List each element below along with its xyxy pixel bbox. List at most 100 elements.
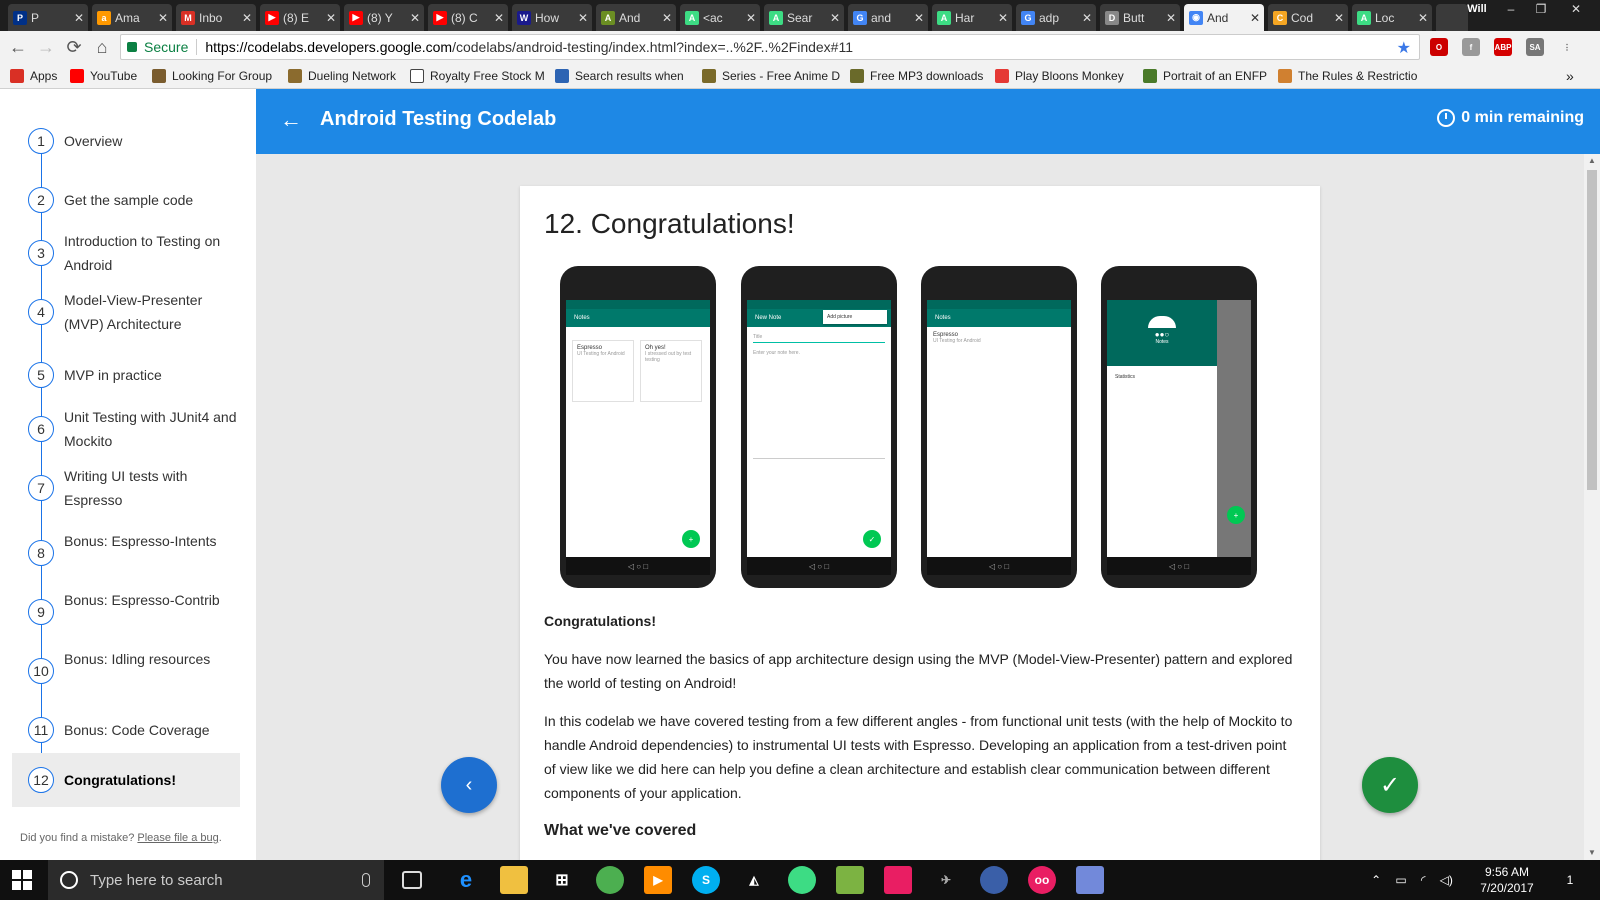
address-bar[interactable]: Secure https://codelabs.developers.googl… xyxy=(120,34,1420,60)
task-view-icon[interactable] xyxy=(402,871,422,889)
android-studio-icon[interactable] xyxy=(788,866,816,894)
tab-close-icon[interactable]: ✕ xyxy=(74,11,84,25)
tab-close-icon[interactable]: ✕ xyxy=(578,11,588,25)
scroll-up-arrow-icon[interactable]: ▲ xyxy=(1588,156,1596,165)
browser-tab[interactable]: D Butt ✕ xyxy=(1100,4,1180,31)
page-scrollbar[interactable]: ▲ ▼ xyxy=(1584,154,1600,860)
tab-close-icon[interactable]: ✕ xyxy=(1166,11,1176,25)
tab-close-icon[interactable]: ✕ xyxy=(662,11,672,25)
sidebar-step-12[interactable]: 12 Congratulations! xyxy=(0,753,256,807)
media-player-icon[interactable]: ▶ xyxy=(644,866,672,894)
tab-close-icon[interactable]: ✕ xyxy=(998,11,1008,25)
browser-tab[interactable]: Gadp ✕ xyxy=(1016,4,1096,31)
notepad-plus-icon[interactable] xyxy=(836,866,864,894)
previous-step-button[interactable]: ‹ xyxy=(441,757,497,813)
extension-icon[interactable]: O xyxy=(1430,38,1448,56)
bookmark-item[interactable]: Free MP3 downloads xyxy=(850,67,988,85)
done-button[interactable]: ✓ xyxy=(1362,757,1418,813)
tab-close-icon[interactable]: ✕ xyxy=(326,11,336,25)
browser-tab[interactable]: A Sear ✕ xyxy=(764,4,844,31)
bookmark-item[interactable]: Dueling Network xyxy=(288,67,404,85)
tab-close-icon[interactable]: ✕ xyxy=(914,11,924,25)
tab-close-icon[interactable]: ✕ xyxy=(1418,11,1428,25)
browser-tab[interactable]: Gand ✕ xyxy=(848,4,928,31)
steam-icon[interactable] xyxy=(980,866,1008,894)
bookmark-item[interactable]: Portrait of an ENFP xyxy=(1143,67,1273,85)
secure-indicator[interactable]: Secure xyxy=(127,39,188,55)
bookmarks-overflow-icon[interactable]: » xyxy=(1566,67,1574,85)
browser-tab[interactable]: C Cod ✕ xyxy=(1268,4,1348,31)
browser-tab[interactable]: M Inbo ✕ xyxy=(176,4,256,31)
battery-icon[interactable]: ▭ xyxy=(1395,873,1406,887)
volume-icon[interactable]: ◁) xyxy=(1440,873,1453,887)
reload-icon[interactable]: ⟳ xyxy=(62,35,86,59)
browser-tab[interactable]: ◉ And ✕ xyxy=(1184,4,1264,31)
sidebar-step-3[interactable]: 3 Introduction to Testing on Android xyxy=(0,229,256,277)
bookmark-star-icon[interactable]: ★ xyxy=(1397,38,1411,58)
close-window-button[interactable]: ✕ xyxy=(1556,0,1596,18)
extension-icon[interactable]: ⋮ xyxy=(1558,38,1576,56)
file-explorer-icon[interactable] xyxy=(500,866,528,894)
bookmark-item[interactable]: YouTube xyxy=(70,67,146,85)
git-kraken-icon[interactable] xyxy=(884,866,912,894)
browser-tab[interactable]: W How ✕ xyxy=(512,4,592,31)
browser-tab[interactable]: A Loc ✕ xyxy=(1352,4,1432,31)
extension-icon[interactable]: SA xyxy=(1526,38,1544,56)
bookmark-item[interactable]: Apps xyxy=(10,67,66,85)
unity-icon[interactable]: ◭ xyxy=(740,866,768,894)
bookmark-item[interactable]: Looking For Group xyxy=(152,67,282,85)
file-bug-link[interactable]: Please file a bug xyxy=(137,832,218,844)
sidebar-step-4[interactable]: 4 Model-View-Presenter (MVP) Architecture xyxy=(0,288,256,336)
scrollbar-thumb[interactable] xyxy=(1587,170,1597,490)
browser-tab[interactable]: A <ac ✕ xyxy=(680,4,760,31)
store-icon[interactable]: ⊞ xyxy=(548,866,576,894)
browser-tab[interactable]: ▶ (8) E ✕ xyxy=(260,4,340,31)
extension-icon[interactable]: ABP xyxy=(1494,38,1512,56)
bookmark-item[interactable]: Play Bloons Monkey xyxy=(995,67,1137,85)
browser-tab[interactable]: P P ✕ xyxy=(8,4,88,31)
forward-arrow-icon[interactable]: → xyxy=(34,35,58,59)
browser-tab[interactable]: ▶ (8) C ✕ xyxy=(428,4,508,31)
sidebar-step-9[interactable]: 9 Bonus: Espresso-Contrib xyxy=(0,588,256,636)
action-center-icon[interactable]: 1 xyxy=(1550,860,1590,900)
sidebar-step-6[interactable]: 6 Unit Testing with JUnit4 and Mockito xyxy=(0,405,256,453)
back-arrow-icon[interactable]: ← xyxy=(6,35,30,59)
browser-tab[interactable]: A And ✕ xyxy=(596,4,676,31)
profile-button[interactable]: Will xyxy=(1458,0,1496,18)
windows-start-icon[interactable] xyxy=(12,870,32,890)
minimize-button[interactable]: – xyxy=(1496,0,1526,18)
bookmark-item[interactable]: Search results when xyxy=(555,67,695,85)
tab-close-icon[interactable]: ✕ xyxy=(410,11,420,25)
wifi-icon[interactable]: ◜ xyxy=(1421,873,1426,887)
header-back-arrow-icon[interactable]: ← xyxy=(280,107,302,133)
tab-close-icon[interactable]: ✕ xyxy=(746,11,756,25)
browser-tab[interactable]: ▶ (8) Y ✕ xyxy=(344,4,424,31)
taskbar-search[interactable]: Type here to search xyxy=(48,860,384,900)
sidebar-step-2[interactable]: 2 Get the sample code xyxy=(0,176,256,224)
restore-button[interactable]: ❐ xyxy=(1526,0,1556,18)
tab-close-icon[interactable]: ✕ xyxy=(1250,11,1260,25)
sidebar-step-11[interactable]: 11 Bonus: Code Coverage xyxy=(0,706,256,754)
tab-close-icon[interactable]: ✕ xyxy=(158,11,168,25)
tab-close-icon[interactable]: ✕ xyxy=(242,11,252,25)
bookmark-item[interactable]: Series - Free Anime D xyxy=(702,67,844,85)
home-icon[interactable]: ⌂ xyxy=(90,35,114,59)
scroll-down-arrow-icon[interactable]: ▼ xyxy=(1588,848,1596,857)
discord-icon[interactable] xyxy=(1076,866,1104,894)
taskbar-search-input[interactable]: Type here to search xyxy=(90,872,362,889)
chrome-icon[interactable] xyxy=(596,866,624,894)
sidebar-step-10[interactable]: 10 Bonus: Idling resources xyxy=(0,647,256,695)
game-icon[interactable]: ✈ xyxy=(932,866,960,894)
taskbar-clock[interactable]: 9:56 AM 7/20/2017 xyxy=(1470,864,1544,896)
edge-browser-icon[interactable]: e xyxy=(452,866,480,894)
skype-icon[interactable]: S xyxy=(692,866,720,894)
sidebar-step-1[interactable]: 1 Overview xyxy=(0,117,256,165)
sidebar-step-7[interactable]: 7 Writing UI tests with Espresso xyxy=(0,464,256,512)
microphone-icon[interactable] xyxy=(362,873,370,887)
sidebar-step-8[interactable]: 8 Bonus: Espresso-Intents xyxy=(0,529,256,577)
tab-close-icon[interactable]: ✕ xyxy=(1334,11,1344,25)
tab-close-icon[interactable]: ✕ xyxy=(830,11,840,25)
tab-close-icon[interactable]: ✕ xyxy=(494,11,504,25)
osu-icon[interactable]: oo xyxy=(1028,866,1056,894)
tab-close-icon[interactable]: ✕ xyxy=(1082,11,1092,25)
